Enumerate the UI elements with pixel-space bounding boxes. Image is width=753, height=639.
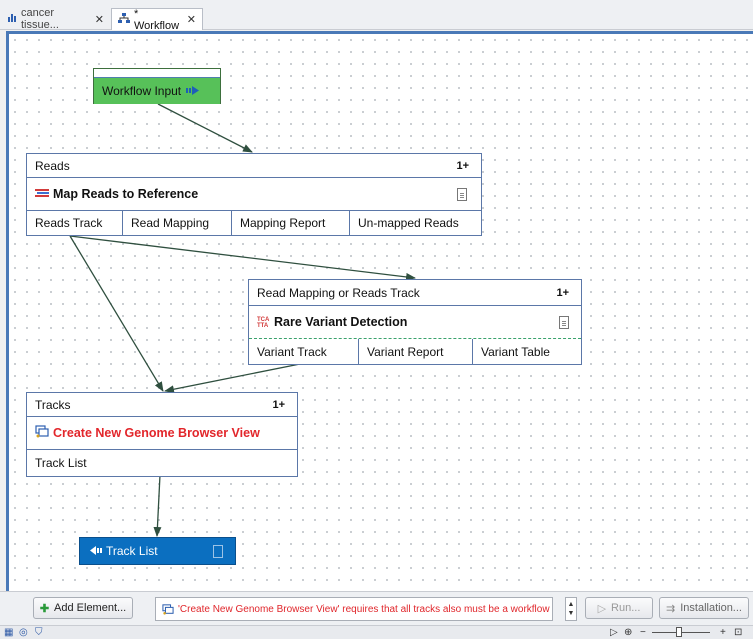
port-track-list[interactable]: Track List [27,450,95,476]
workflow-input-header [94,69,220,78]
node-title: Create New Genome Browser View [53,426,260,440]
node-title: Rare Variant Detection [274,315,408,329]
zoom-slider-handle[interactable] [676,627,682,637]
zoom-plus-icon[interactable]: + [720,627,726,639]
node-title-row[interactable]: TCA TTA Rare Variant Detection [249,306,581,339]
output-arrow-icon [90,544,102,558]
input-arrow-icon [186,84,200,98]
node-title-row[interactable]: Create New Genome Browser View [27,417,297,450]
validation-text: 'Create New Genome Browser View' require… [178,603,553,615]
document-icon[interactable] [559,315,569,329]
tab-bar: cancer tissue... ✕ * Workflow ✕ [0,0,753,32]
bar-chart-icon [8,13,17,25]
node-ports-row: Reads Track Read Mapping Mapping Report … [27,211,481,235]
input-count: 1+ [556,286,569,299]
chevron-up-icon[interactable]: ▲ [568,600,575,609]
workflow-icon [118,12,130,27]
node-title-row[interactable]: Map Reads to Reference [27,178,481,211]
fit-to-screen-icon[interactable]: ⊡ [734,627,742,639]
genome-browser-node[interactable]: Tracks 1+ Create New Genome Browser View… [26,392,298,477]
document-icon[interactable] [213,544,223,558]
input-label: Read Mapping or Reads Track [257,285,420,300]
port-mapping-report[interactable]: Mapping Report [232,211,350,235]
chevron-down-icon[interactable]: ▼ [568,609,575,618]
workflow-input-body[interactable]: Workflow Input [94,78,220,104]
port-variant-report[interactable]: Variant Report [359,339,473,364]
node-input-row[interactable]: Reads 1+ [27,154,481,178]
rare-variant-node[interactable]: Read Mapping or Reads Track 1+ TCA TTA Ra… [248,279,582,365]
svg-text:TTA: TTA [257,323,269,327]
map-reads-icon [35,187,49,201]
message-spinner[interactable]: ▲ ▼ [565,597,577,621]
port-reads-track[interactable]: Reads Track [27,211,123,235]
map-reads-node[interactable]: Reads 1+ Map Reads to Reference Reads Tr… [26,153,482,236]
add-element-button[interactable]: ✚ Add Element... [33,597,133,619]
node-ports-row: Track List [27,450,297,476]
genome-browser-icon [35,425,49,441]
workflow-output-node[interactable]: Track List [79,537,236,565]
validation-message: 'Create New Genome Browser View' require… [155,597,553,621]
node-input-row[interactable]: Tracks 1+ [27,393,297,417]
port-variant-track[interactable]: Variant Track [249,339,359,364]
workflow-view-icon[interactable]: ▦ [4,627,13,639]
document-icon[interactable] [457,187,467,201]
port-unmapped-reads[interactable]: Un-mapped Reads [350,211,467,235]
installation-icon: ⇉ [666,602,676,615]
settings-icon[interactable]: ◎ [19,627,28,639]
run-label: Run... [611,602,641,614]
input-label: Tracks [35,397,71,412]
input-label: Reads [35,158,70,173]
variant-detection-icon: TCA TTA [257,315,271,330]
tab-label: cancer tissue... [21,7,59,31]
pointer-icon[interactable]: ▷ [610,627,618,639]
play-icon: ▷ [597,602,607,615]
bottom-toolbar: ✚ Add Element... 'Create New Genome Brow… [0,591,753,625]
zoom-out-icon[interactable]: − [640,627,646,639]
close-icon[interactable]: ✕ [95,13,104,26]
plus-icon: ✚ [39,602,50,615]
status-bar: ▦ ◎ ⛉ ▷ ⊕ − + ⊡ [0,625,753,639]
workflow-input-label: Workflow Input [102,84,182,98]
tab-label: * Workflow [134,7,180,32]
output-label: Track List [106,544,158,558]
installation-button[interactable]: ⇉ Installation... [659,597,749,619]
input-count: 1+ [456,159,469,172]
node-input-row[interactable]: Read Mapping or Reads Track 1+ [249,280,581,306]
tab-workflow[interactable]: * Workflow ✕ [111,7,203,32]
add-element-label: Add Element... [54,602,127,614]
installation-label: Installation... [680,602,742,614]
port-variant-table[interactable]: Variant Table [473,339,558,364]
workflow-input-node[interactable]: Workflow Input [93,68,221,104]
port-read-mapping[interactable]: Read Mapping [123,211,232,235]
filter-icon[interactable]: ⛉ [35,627,43,639]
input-count: 1+ [272,398,285,411]
node-ports-row: Variant Track Variant Report Variant Tab… [249,339,581,364]
tab-cancer-tissue[interactable]: cancer tissue... ✕ [2,7,110,31]
node-title: Map Reads to Reference [53,187,199,201]
genome-browser-icon [162,603,174,615]
run-button[interactable]: ▷ Run... [585,597,653,619]
zoom-in-icon[interactable]: ⊕ [624,627,632,639]
close-icon[interactable]: ✕ [187,13,196,26]
